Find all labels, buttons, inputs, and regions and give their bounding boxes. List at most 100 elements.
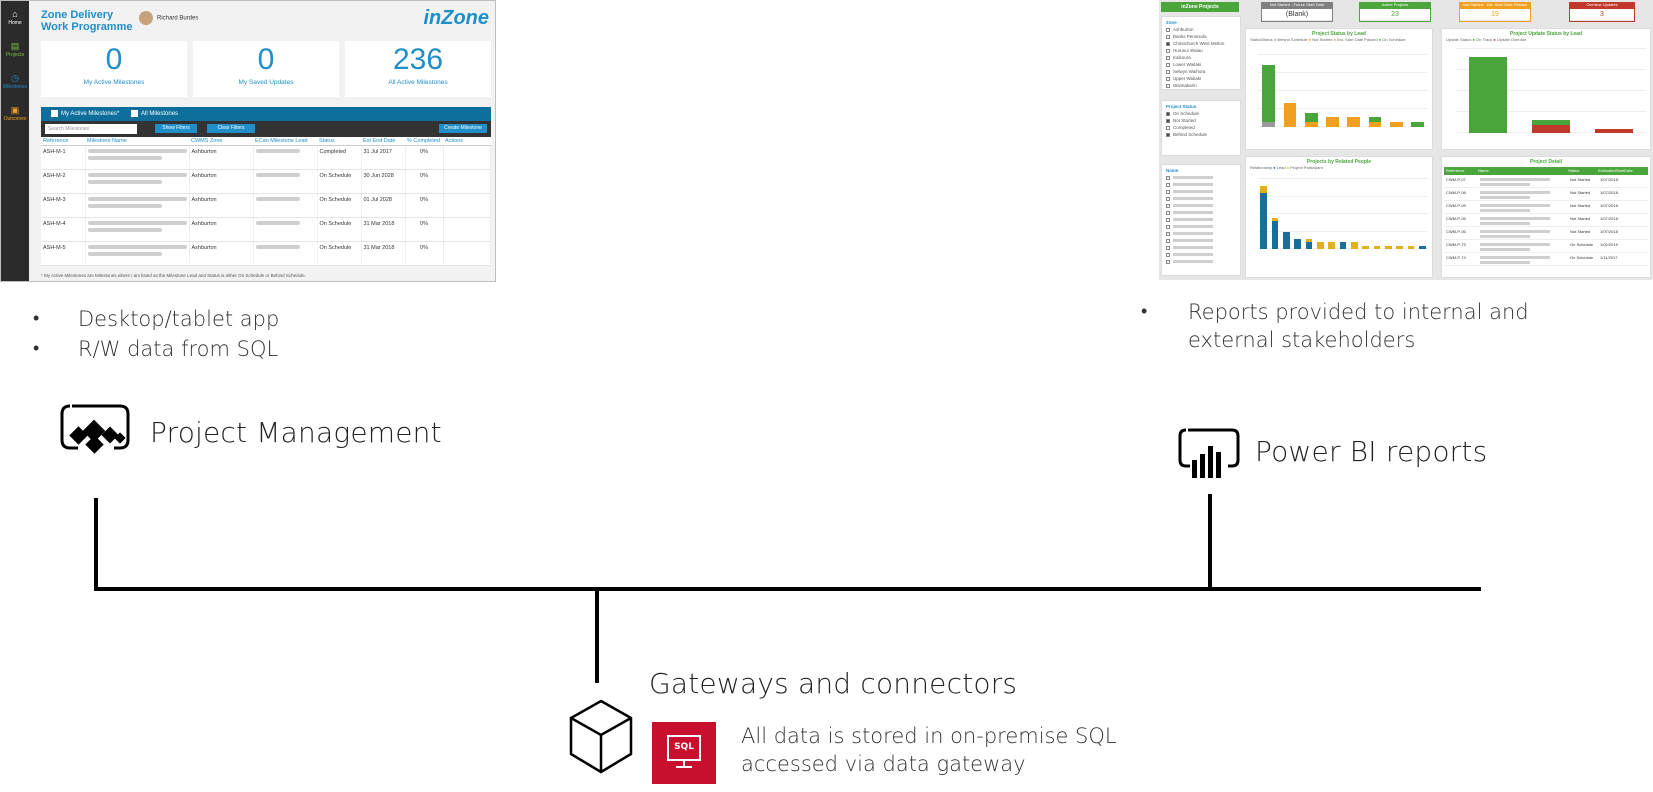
col-cwms-zone[interactable]: CWMS Zone xyxy=(189,137,253,146)
chart-bar[interactable] xyxy=(1389,122,1403,127)
zone-option[interactable]: Selwyn Waihora xyxy=(1166,68,1236,75)
chart-bar[interactable] xyxy=(1283,103,1297,127)
col-milestone-lead[interactable]: ECan Milestone Lead xyxy=(253,137,317,146)
chart-bar[interactable] xyxy=(1384,245,1392,249)
col-est-end-date[interactable]: Est End Date xyxy=(361,137,405,146)
chart-bar[interactable] xyxy=(1260,186,1268,193)
checkbox[interactable] xyxy=(1166,238,1170,243)
checkbox[interactable] xyxy=(1166,245,1170,250)
table-row[interactable]: ASH-M-5 Ashburton On Schedule 31 Mar 201… xyxy=(41,241,491,266)
checkbox[interactable] xyxy=(1166,111,1170,116)
chart-bar[interactable] xyxy=(1532,124,1570,133)
project-detail-table[interactable]: Project Detail Reference Name Status Est… xyxy=(1441,156,1651,278)
checkbox[interactable] xyxy=(1166,182,1170,187)
table-row[interactable]: CWM-P-73 On Schedule 1/02/2019 xyxy=(1444,240,1648,253)
rail-item-projects[interactable]: ▤ Projects xyxy=(1,41,29,58)
checkbox[interactable] xyxy=(1166,41,1170,46)
checkbox[interactable] xyxy=(1166,76,1170,81)
chart-bar[interactable] xyxy=(1350,242,1358,249)
all-milestones-checkbox[interactable] xyxy=(131,110,139,117)
card-active-projects[interactable]: Active Projects 23 xyxy=(1359,2,1431,22)
checkbox[interactable] xyxy=(1166,132,1170,137)
checkbox[interactable] xyxy=(1166,259,1170,264)
card-not-started-passed[interactable]: Not Started - Est. Start Date Passed 19 xyxy=(1459,2,1531,22)
name-option[interactable] xyxy=(1166,244,1236,251)
chart-bar[interactable] xyxy=(1595,128,1634,133)
name-option[interactable] xyxy=(1166,202,1236,209)
chart-bar[interactable] xyxy=(1373,245,1381,249)
name-option[interactable] xyxy=(1166,216,1236,223)
checkbox[interactable] xyxy=(1166,125,1170,130)
chart-bar[interactable] xyxy=(1368,117,1382,123)
checkbox[interactable] xyxy=(1166,196,1170,201)
name-option[interactable] xyxy=(1166,209,1236,216)
col-status[interactable]: Status xyxy=(317,137,361,146)
col-actions[interactable]: Actions xyxy=(443,137,491,146)
chart-bar[interactable] xyxy=(1294,238,1302,249)
checkbox[interactable] xyxy=(1166,217,1170,222)
chart-bar[interactable] xyxy=(1271,217,1279,221)
name-option[interactable] xyxy=(1166,258,1236,265)
chart-bar[interactable] xyxy=(1316,242,1324,249)
status-option[interactable]: On Schedule xyxy=(1166,110,1236,117)
checkbox[interactable] xyxy=(1166,34,1170,39)
chart-bar[interactable] xyxy=(1282,231,1290,249)
rail-item-outcomes[interactable]: ▣ Outcomes xyxy=(1,105,29,122)
chart-bar[interactable] xyxy=(1418,245,1426,249)
chart-bar[interactable] xyxy=(1368,122,1382,127)
col-reference[interactable]: Reference xyxy=(41,137,85,146)
zone-option[interactable]: Kaikoura xyxy=(1166,54,1236,61)
chart-bar[interactable] xyxy=(1339,242,1347,249)
checkbox[interactable] xyxy=(1166,189,1170,194)
checkbox[interactable] xyxy=(1166,55,1170,60)
table-row[interactable]: ASH-M-3 Ashburton On Schedule 01 Jul 202… xyxy=(41,193,491,218)
zone-option[interactable]: Hurunui Waiau xyxy=(1166,47,1236,54)
table-row[interactable]: CWM-P-74 On Schedule 1/11/2017 xyxy=(1444,253,1648,266)
status-slicer[interactable]: Project Status On Schedule Not Started Com… xyxy=(1161,100,1241,156)
chart-bar[interactable] xyxy=(1468,57,1507,133)
checkbox[interactable] xyxy=(1166,224,1170,229)
status-option[interactable]: Behind Schedule xyxy=(1166,131,1236,138)
checkbox[interactable] xyxy=(1166,175,1170,180)
checkbox[interactable] xyxy=(1166,210,1170,215)
status-option[interactable]: Not Started xyxy=(1166,117,1236,124)
name-option[interactable] xyxy=(1166,174,1236,181)
name-option[interactable] xyxy=(1166,251,1236,258)
kpi-my-active-milestones[interactable]: 0 My Active Milestones xyxy=(41,41,187,97)
project-update-status-chart[interactable]: Project Update Status by Lead Update Sta… xyxy=(1441,28,1651,150)
chart-bar[interactable] xyxy=(1304,122,1318,127)
rail-item-home[interactable]: ⌂ Home xyxy=(1,9,29,26)
checkbox[interactable] xyxy=(1166,252,1170,257)
card-not-started-future[interactable]: Not Started - Future Start Date (Blank) xyxy=(1261,2,1333,22)
zone-option[interactable]: Waimakariri xyxy=(1166,82,1236,89)
name-option[interactable] xyxy=(1166,230,1236,237)
chart-bar[interactable] xyxy=(1305,242,1313,249)
chart-bar[interactable] xyxy=(1532,120,1570,125)
name-slicer[interactable]: Name xyxy=(1161,164,1241,276)
zone-slicer[interactable]: Zone Ashburton Banks Peninsula Christchurc… xyxy=(1161,16,1241,90)
zone-option[interactable]: Banks Peninsula xyxy=(1166,33,1236,40)
table-row[interactable]: ASH-M-2 Ashburton On Schedule 30 Jun 202… xyxy=(41,169,491,194)
chart-bar[interactable] xyxy=(1262,122,1275,127)
chart-bar[interactable] xyxy=(1304,112,1318,123)
name-option[interactable] xyxy=(1166,188,1236,195)
rail-item-milestones[interactable]: ◷ Milestones xyxy=(1,73,29,90)
chart-bar[interactable] xyxy=(1396,245,1404,249)
checkbox[interactable] xyxy=(1166,48,1170,53)
chart-bar[interactable] xyxy=(1362,245,1370,249)
search-milestones-input[interactable]: Search Milestones xyxy=(45,124,137,134)
checkbox[interactable] xyxy=(1166,203,1170,208)
checkbox[interactable] xyxy=(1166,118,1170,123)
chart-bar[interactable] xyxy=(1411,122,1424,127)
card-overdue-updates[interactable]: Overdue Updates 3 xyxy=(1569,2,1635,22)
chart-bar[interactable] xyxy=(1260,193,1268,249)
col-percent-completed[interactable]: % Completed xyxy=(405,137,443,146)
clear-filters-button[interactable]: Clear Filters xyxy=(207,124,255,133)
kpi-all-active-milestones[interactable]: 236 All Active Milestones xyxy=(345,41,491,97)
my-active-checkbox[interactable] xyxy=(51,110,58,117)
checkbox[interactable] xyxy=(1166,231,1170,236)
name-option[interactable] xyxy=(1166,181,1236,188)
zone-option[interactable]: Ashburton xyxy=(1166,26,1236,33)
chart-bar[interactable] xyxy=(1347,117,1360,127)
chart-bar[interactable] xyxy=(1262,64,1275,123)
